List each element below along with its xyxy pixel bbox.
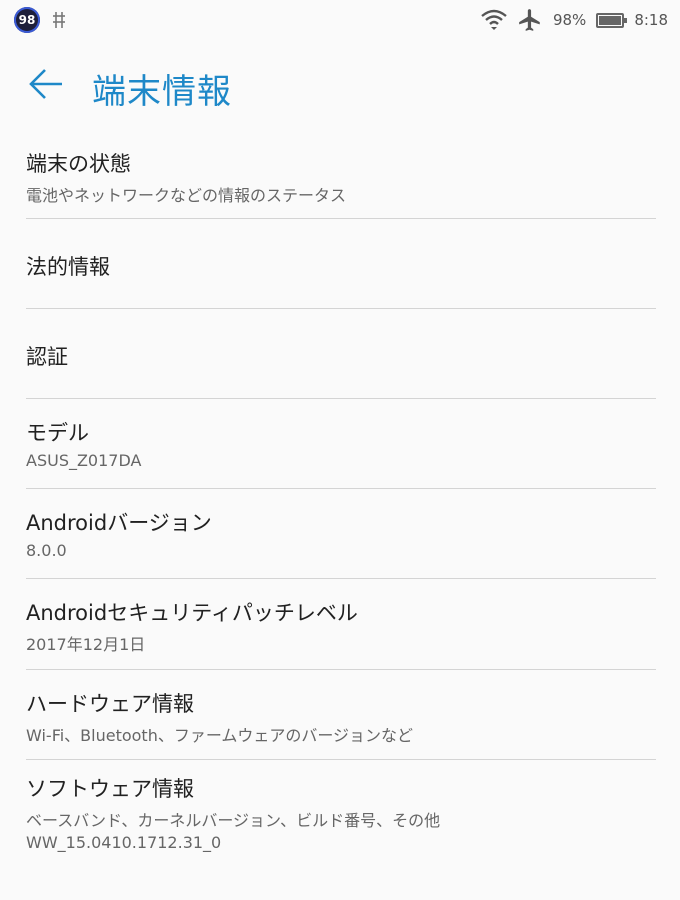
- notification-badge: 98: [14, 7, 40, 33]
- status-bar-right: 98% 8:18: [481, 6, 668, 34]
- item-title: Androidバージョン: [26, 511, 212, 535]
- page-title: 端末情報: [92, 72, 232, 112]
- item-title: ハードウェア情報: [26, 692, 194, 716]
- wifi-icon: [481, 9, 507, 30]
- battery-percent: 98%: [552, 11, 587, 29]
- app-bar: 端末情報: [0, 48, 680, 124]
- item-title: ソフトウェア情報: [26, 777, 194, 801]
- back-button[interactable]: [26, 64, 66, 104]
- battery-fill: [599, 15, 621, 25]
- list-item-hardware-info[interactable]: ハードウェア情報 Wi-Fi、Bluetooth、ファームウェアのバージョンなど: [26, 670, 656, 760]
- list-item-certification[interactable]: 認証: [26, 309, 656, 399]
- status-time: 8:18: [634, 11, 668, 29]
- usb-debug-icon: [53, 12, 65, 28]
- item-summary: ASUS_Z017DA: [26, 451, 142, 470]
- list-item-device-status[interactable]: 端末の状態 電池やネットワークなどの情報のステータス: [26, 130, 656, 219]
- status-bar: 98 98% 8:18: [0, 0, 680, 40]
- item-summary: ベースバンド、カーネルバージョン、ビルド番号、その他: [26, 811, 441, 830]
- item-summary: 2017年12月1日: [26, 635, 146, 654]
- list-item-legal-info[interactable]: 法的情報: [26, 219, 656, 309]
- item-title: 端末の状態: [26, 152, 131, 176]
- list-item-software-info[interactable]: ソフトウェア情報 ベースバンド、カーネルバージョン、ビルド番号、その他 WW_1…: [26, 760, 656, 860]
- list-item-security-patch[interactable]: Androidセキュリティパッチレベル 2017年12月1日: [26, 579, 656, 670]
- airplane-mode-icon: [519, 9, 540, 31]
- item-summary: 電池やネットワークなどの情報のステータス: [26, 186, 347, 205]
- item-title: Androidセキュリティパッチレベル: [26, 601, 358, 625]
- item-summary: Wi-Fi、Bluetooth、ファームウェアのバージョンなど: [26, 726, 414, 745]
- item-title: 法的情報: [26, 255, 110, 279]
- list-item-model[interactable]: モデル ASUS_Z017DA: [26, 399, 656, 489]
- list-item-android-version[interactable]: Androidバージョン 8.0.0: [26, 489, 656, 579]
- build-number: WW_15.0410.1712.31_0: [26, 833, 222, 852]
- item-title: 認証: [26, 345, 68, 369]
- arrow-left-icon: [29, 69, 62, 99]
- status-bar-left: 98: [14, 6, 66, 34]
- item-summary: 8.0.0: [26, 541, 67, 560]
- battery-icon: [596, 12, 628, 28]
- item-title: モデル: [26, 421, 89, 445]
- settings-list: 端末の状態 電池やネットワークなどの情報のステータス 法的情報 認証 モデル A…: [26, 130, 656, 860]
